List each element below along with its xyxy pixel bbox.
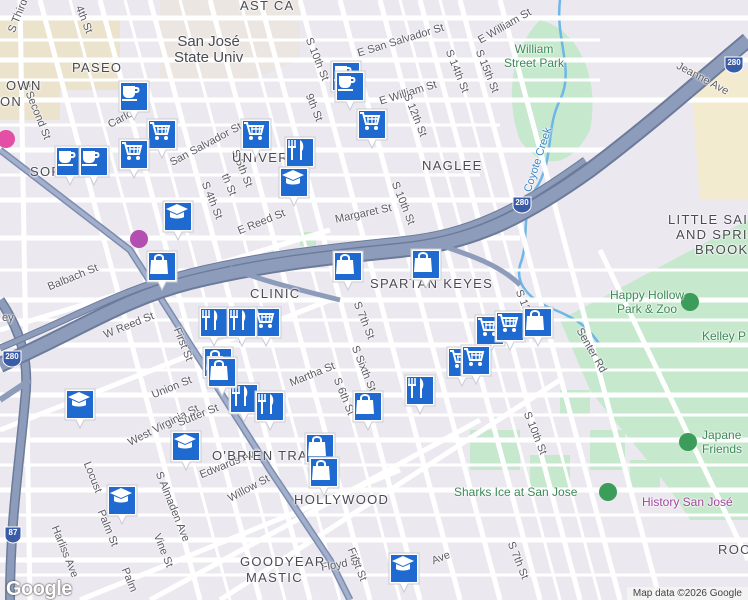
place-label-history-san-jose: History San José: [642, 495, 733, 509]
place-label-kelley-park: Kelley P: [702, 329, 747, 343]
map-canvas[interactable]: 280 280 280 87 S Third St S Second St 4t…: [0, 0, 748, 600]
poi-marker-cart[interactable]: [356, 108, 388, 149]
poi-marker-school[interactable]: [388, 552, 420, 593]
highway-shield-280: 280: [724, 56, 744, 74]
coffee-icon: [81, 148, 107, 174]
poi-marker-shopping-bag[interactable]: [308, 456, 340, 497]
cart-icon: [243, 121, 269, 147]
poi-marker-shopping-bag[interactable]: [522, 306, 554, 347]
poi-marker-school[interactable]: [162, 200, 194, 241]
cart-icon: [497, 313, 523, 339]
neighborhood-label: MASTIC: [246, 570, 303, 585]
cart-icon: [359, 111, 385, 137]
shopping-bag-icon: [209, 359, 235, 385]
poi-marker-shopping-bag[interactable]: [206, 356, 238, 397]
restaurant-icon: [407, 377, 433, 403]
neighborhood-label: AND SPRIN: [676, 227, 748, 242]
cart-icon: [463, 347, 489, 373]
poi-marker-coffee[interactable]: [118, 80, 150, 121]
neighborhood-label: ROC: [718, 542, 748, 557]
restaurant-icon: [229, 309, 255, 335]
shopping-bag-icon: [311, 459, 337, 485]
poi-marker-shopping-bag[interactable]: [332, 250, 364, 291]
school-icon: [173, 433, 199, 459]
poi-marker-coffee[interactable]: [78, 145, 110, 186]
place-label-japanese-garden: Japane Friends: [702, 428, 743, 456]
google-logo: Google: [6, 578, 72, 600]
poi-marker-school[interactable]: [170, 430, 202, 471]
poi-marker-shopping-bag[interactable]: [352, 390, 384, 431]
place-label-sharks-ice: Sharks Ice at San Jose: [454, 485, 578, 499]
map-attribution[interactable]: Map data ©2026 Google: [626, 587, 748, 600]
neighborhood-label: ON: [0, 94, 23, 109]
cart-icon: [121, 141, 147, 167]
poi-marker-cart[interactable]: [240, 118, 272, 159]
neighborhood-label: BROOK: [695, 242, 748, 257]
school-icon: [67, 391, 93, 417]
school-icon: [391, 555, 417, 581]
cart-icon: [149, 121, 175, 147]
poi-marker-coffee[interactable]: [334, 70, 366, 111]
restaurant-icon: [257, 393, 283, 419]
poi-marker-shopping-bag[interactable]: [410, 248, 442, 289]
highway-shield-280: 280: [2, 350, 22, 368]
neighborhood-label: GOODYEAR: [240, 554, 326, 569]
poi-marker-restaurant[interactable]: [254, 390, 286, 431]
highway-shield-280: 280: [512, 196, 532, 214]
poi-marker-cart[interactable]: [460, 344, 492, 385]
coffee-icon: [121, 83, 147, 109]
shopping-bag-icon: [525, 309, 551, 335]
neighborhood-label: CLINIC: [250, 286, 301, 301]
poi-marker-school[interactable]: [278, 166, 310, 207]
neighborhood-label: LITTLE SAIG: [668, 212, 748, 227]
street-label: ey: [2, 312, 14, 324]
place-label-happy-hollow: Happy Hollow Park & Zoo: [610, 288, 685, 316]
poi-marker-shopping-bag[interactable]: [146, 250, 178, 291]
poi-marker-cart[interactable]: [146, 118, 178, 159]
place-label-sjsu: San José State Univ: [174, 33, 244, 66]
shopping-bag-icon: [335, 253, 361, 279]
poi-marker-cart[interactable]: [118, 138, 150, 179]
neighborhood-label: PASEO: [72, 60, 123, 75]
poi-marker-restaurant[interactable]: [404, 374, 436, 415]
poi-marker-school[interactable]: [64, 388, 96, 429]
shopping-bag-icon: [355, 393, 381, 419]
coffee-icon: [337, 73, 363, 99]
shopping-bag-icon: [149, 253, 175, 279]
neighborhood-label: AST CA: [240, 0, 295, 13]
school-icon: [109, 487, 135, 513]
highway-shield-87: 87: [4, 526, 22, 544]
poi-marker-school[interactable]: [106, 484, 138, 525]
poi-marker-restaurant[interactable]: [226, 306, 258, 347]
place-label-william-street-park: William Street Park: [504, 42, 565, 70]
shopping-bag-icon: [413, 251, 439, 277]
neighborhood-label: NAGLEE: [422, 158, 483, 173]
neighborhood-label: OWN: [6, 78, 42, 93]
restaurant-icon: [201, 309, 227, 335]
restaurant-icon: [287, 139, 313, 165]
school-icon: [165, 203, 191, 229]
school-icon: [281, 169, 307, 195]
